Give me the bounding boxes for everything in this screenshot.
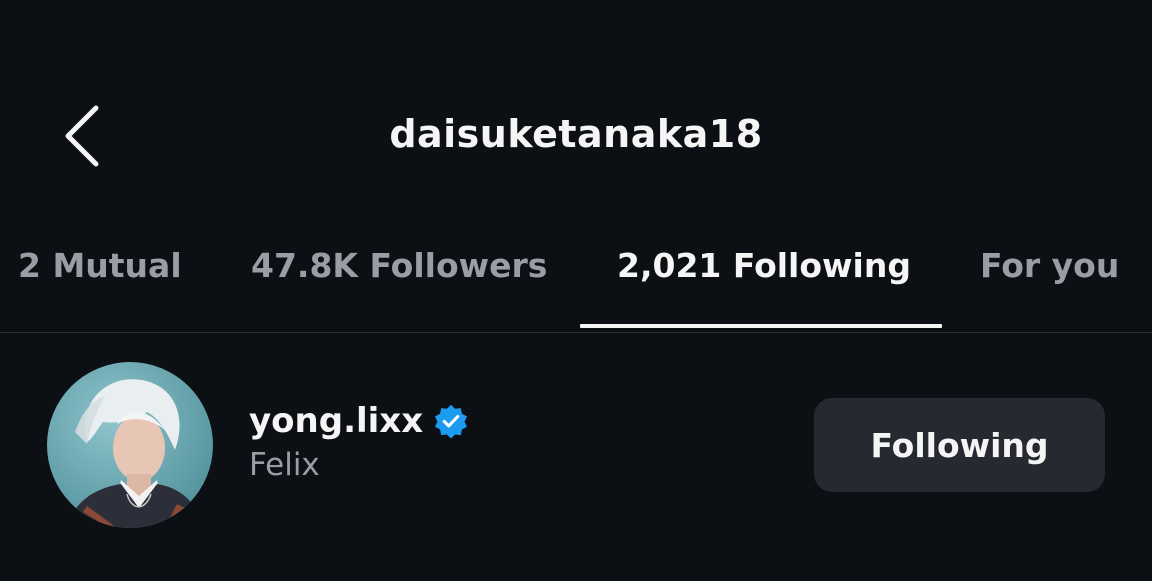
tab-followers[interactable]: 47.8K Followers — [251, 246, 547, 285]
list-item[interactable]: yong.lixx Felix Following — [0, 345, 1152, 545]
user-info: yong.lixx Felix — [249, 401, 469, 483]
full-name: Felix — [249, 447, 320, 483]
username[interactable]: yong.lixx — [249, 401, 423, 441]
tab-following[interactable]: 2,021 Following — [617, 246, 911, 285]
following-button[interactable]: Following — [814, 398, 1105, 492]
top-bar: daisuketanaka18 — [0, 0, 1152, 220]
tab-for-you[interactable]: For you — [980, 246, 1119, 285]
avatar[interactable] — [47, 362, 213, 528]
username-line: yong.lixx — [249, 401, 469, 441]
tab-mutual[interactable]: 2 Mutual — [18, 246, 182, 285]
verified-badge-icon — [435, 404, 468, 439]
active-tab-indicator — [580, 324, 942, 328]
tab-bar: 2 Mutual 47.8K Followers 2,021 Following… — [0, 228, 1152, 333]
page-title: daisuketanaka18 — [389, 112, 763, 156]
profile-photo — [47, 362, 213, 528]
